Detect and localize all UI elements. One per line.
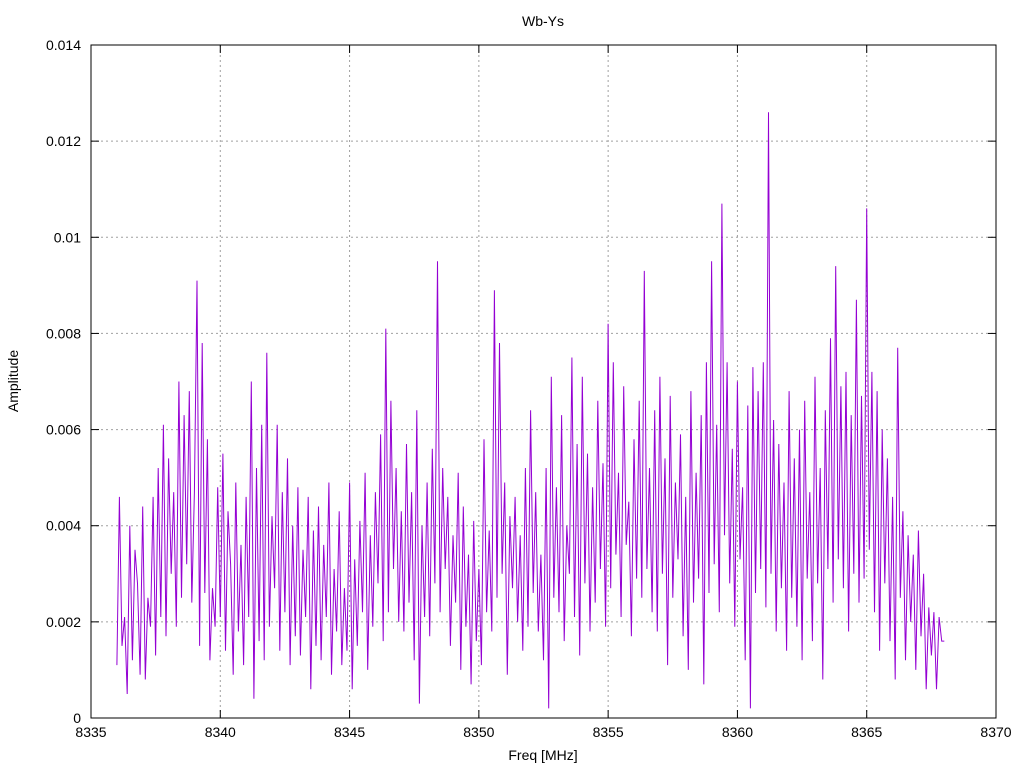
- chart: Wb-Ys 8335 8340 8345 8350 8355 8360 8365 8370 0 0…: [5, 13, 1012, 763]
- series-line-wb-ys: [116, 112, 945, 709]
- y-tick-label: 0.014: [46, 37, 81, 53]
- grid: [91, 45, 996, 718]
- y-tick-label: 0.002: [46, 614, 81, 630]
- y-tick-label: 0.012: [46, 133, 81, 149]
- y-tick-label: 0: [73, 710, 81, 726]
- y-tick-label: 0.006: [46, 422, 81, 438]
- x-tick-label: 8360: [722, 724, 753, 740]
- plot-border: [90, 44, 997, 719]
- x-axis-label: Freq [MHz]: [508, 747, 577, 763]
- x-tick-label: 8350: [463, 724, 494, 740]
- y-axis-label: Amplitude: [5, 350, 21, 412]
- y-tick-label: 0.01: [54, 229, 81, 245]
- x-tick-label: 8365: [851, 724, 882, 740]
- x-tick-label: 8345: [334, 724, 365, 740]
- x-tick-label: 8370: [980, 724, 1011, 740]
- x-tick-label: 8355: [593, 724, 624, 740]
- x-tick-label: 8340: [205, 724, 236, 740]
- chart-title: Wb-Ys: [522, 13, 564, 29]
- x-tick-label: 8335: [75, 724, 106, 740]
- y-tick-label: 0.004: [46, 518, 81, 534]
- series-group: [116, 112, 945, 709]
- y-tick-label: 0.008: [46, 325, 81, 341]
- axis-ticks: 8335 8340 8345 8350 8355 8360 8365 8370 0 0.002 0.…: [46, 37, 1012, 740]
